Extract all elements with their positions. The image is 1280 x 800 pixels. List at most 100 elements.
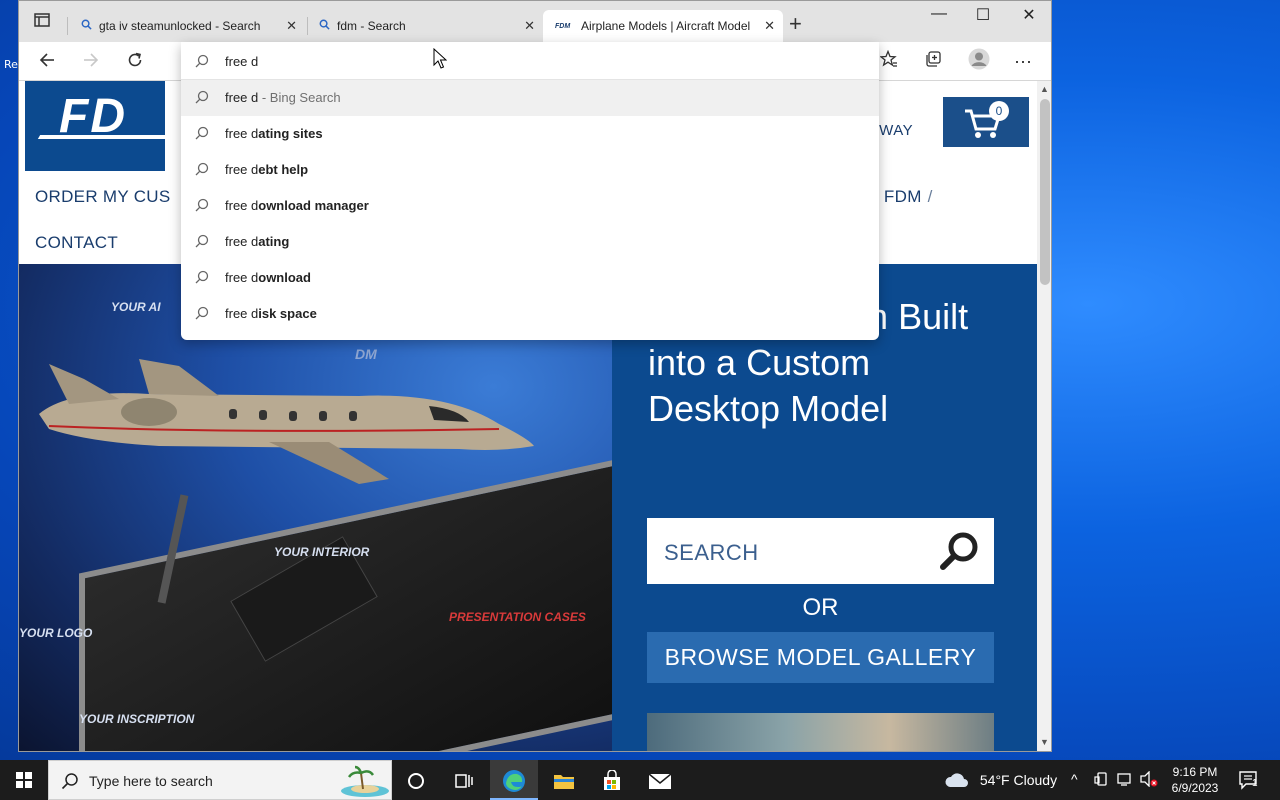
search-icon <box>61 772 79 795</box>
label-your-logo: YOUR LOGO <box>19 626 93 640</box>
suggestion-item[interactable]: free download manager <box>181 188 879 224</box>
tab-title: fdm - Search <box>337 19 406 33</box>
search-icon[interactable] <box>938 530 980 572</box>
suggestion-typed: free d <box>225 126 259 141</box>
mouse-cursor-icon <box>433 48 447 69</box>
mail-icon[interactable] <box>636 760 684 800</box>
address-bar[interactable]: free d <box>181 42 879 80</box>
search-icon <box>195 162 211 178</box>
tab-strip: gta iv steamunlocked - Search ✕ fdm - Se… <box>19 1 1051 42</box>
weather-widget[interactable]: 54°F Cloudy <box>944 771 1057 792</box>
show-hidden-icons-icon[interactable]: ^ <box>1071 771 1078 787</box>
taskbar: Type here to search 54°F Cloudy ^ 9:16 P… <box>0 760 1280 800</box>
search-icon <box>195 234 211 250</box>
desktop-icon-label[interactable]: Re <box>4 58 18 71</box>
system-clock[interactable]: 9:16 PM 6/9/2023 <box>1160 764 1230 796</box>
new-tab-icon[interactable]: + <box>789 11 802 37</box>
suggestion-item[interactable]: free d - Bing Search <box>181 80 879 116</box>
tab-fdm-search[interactable]: fdm - Search ✕ <box>307 10 543 42</box>
device-icon[interactable] <box>1094 771 1110 790</box>
suggestion-item[interactable]: free download <box>181 260 879 296</box>
search-icon <box>195 198 211 214</box>
forward-icon[interactable] <box>77 48 105 76</box>
file-explorer-icon[interactable] <box>540 760 588 800</box>
scroll-thumb[interactable] <box>1040 99 1050 285</box>
clock-date: 6/9/2023 <box>1171 781 1219 795</box>
notification-count: 1 <box>1252 778 1258 789</box>
network-icon[interactable] <box>1117 771 1133 790</box>
store-icon[interactable] <box>588 760 636 800</box>
suggestion-typed: free d <box>225 90 259 105</box>
nav-order-link[interactable]: ORDER MY CUS <box>35 187 171 207</box>
suggestion-completion: ownload <box>258 270 311 285</box>
search-icon <box>195 90 211 106</box>
tab-actions-icon[interactable] <box>29 13 55 39</box>
tab-airplane-models[interactable]: FDM Airplane Models | Aircraft Model ✕ <box>543 10 783 42</box>
suggestion-label: free dating <box>225 234 289 249</box>
address-bar-dropdown: free d free d - Bing Search free dating … <box>181 42 879 340</box>
more-options-icon[interactable]: ⋯ <box>1009 48 1037 76</box>
browse-gallery-button[interactable]: BROWSE MODEL GALLERY <box>647 632 994 683</box>
suggestion-label: free debt help <box>225 162 308 177</box>
cortana-icon[interactable] <box>392 760 440 800</box>
suggestion-label: free download <box>225 270 311 285</box>
suggestion-item[interactable]: free dating sites <box>181 116 879 152</box>
tab-separator <box>67 17 68 35</box>
fdm-logo[interactable]: FD <box>25 81 165 171</box>
label-your-inscription: YOUR INSCRIPTION <box>79 712 195 726</box>
model-search-field[interactable]: SEARCH <box>647 518 994 584</box>
taskbar-search-box[interactable]: Type here to search <box>48 760 392 800</box>
or-divider-text: OR <box>802 594 839 621</box>
search-icon <box>195 306 211 322</box>
suggestion-typed: free d <box>225 234 259 249</box>
close-tab-icon[interactable]: ✕ <box>764 18 775 34</box>
suggestion-completion: isk space <box>258 306 317 321</box>
fdm-watermark: DM <box>355 346 377 362</box>
cart-button[interactable]: 0 <box>943 97 1029 147</box>
scroll-up-icon[interactable]: ▲ <box>1040 84 1049 94</box>
page-scrollbar[interactable]: ▲ ▼ <box>1037 81 1051 751</box>
scroll-down-icon[interactable]: ▼ <box>1040 737 1049 747</box>
suggestion-completion: ownload manager <box>258 198 369 213</box>
close-tab-icon[interactable]: ✕ <box>286 18 297 34</box>
search-icon <box>319 19 337 33</box>
browser-window: gta iv steamunlocked - Search ✕ fdm - Se… <box>18 0 1052 752</box>
suggestion-item[interactable]: free disk space <box>181 296 879 332</box>
suggestion-typed: free d <box>225 198 259 213</box>
tab-gta-search[interactable]: gta iv steamunlocked - Search ✕ <box>69 10 305 42</box>
notification-center-icon[interactable]: 1 <box>1238 770 1260 793</box>
weather-text: 54°F Cloudy <box>979 772 1058 789</box>
suggestion-item[interactable]: free debt help <box>181 152 879 188</box>
close-window-button[interactable]: ✕ <box>1006 5 1051 25</box>
search-icon <box>195 126 211 142</box>
profile-avatar-icon[interactable] <box>965 48 993 76</box>
edge-taskbar-icon[interactable] <box>490 760 538 800</box>
label-your-aircraft: YOUR AI <box>111 300 161 314</box>
suggestion-typed: free d <box>225 270 259 285</box>
address-bar-value[interactable]: free d <box>225 54 258 69</box>
clock-time: 9:16 PM <box>1172 765 1218 779</box>
cloud-icon <box>944 771 970 792</box>
search-icon <box>195 270 211 286</box>
minimize-button[interactable]: — <box>916 5 962 23</box>
logo-swoosh <box>37 135 165 139</box>
nav-contact-link[interactable]: CONTACT <box>35 233 118 253</box>
back-icon[interactable] <box>33 48 61 76</box>
collections-icon[interactable] <box>919 48 947 76</box>
task-view-icon[interactable] <box>440 760 488 800</box>
suggestion-item[interactable]: free dating <box>181 224 879 260</box>
suggestion-typed: free d <box>225 306 259 321</box>
label-presentation-cases: PRESENTATION CASES <box>449 610 586 624</box>
favorites-icon[interactable] <box>875 48 903 76</box>
close-tab-icon[interactable]: ✕ <box>524 18 535 34</box>
maximize-button[interactable]: ☐ <box>960 5 1006 25</box>
fdm-favicon-icon: FDM <box>555 22 571 30</box>
search-icon <box>81 19 99 33</box>
suggestion-label: free d - Bing Search <box>225 90 341 105</box>
start-button[interactable] <box>0 760 48 800</box>
refresh-icon[interactable] <box>121 48 149 76</box>
cart-count-badge: 0 <box>989 101 1009 121</box>
gallery-preview-image[interactable] <box>647 713 994 751</box>
volume-muted-icon[interactable] <box>1140 770 1158 790</box>
suggestion-typed: free d <box>225 162 259 177</box>
